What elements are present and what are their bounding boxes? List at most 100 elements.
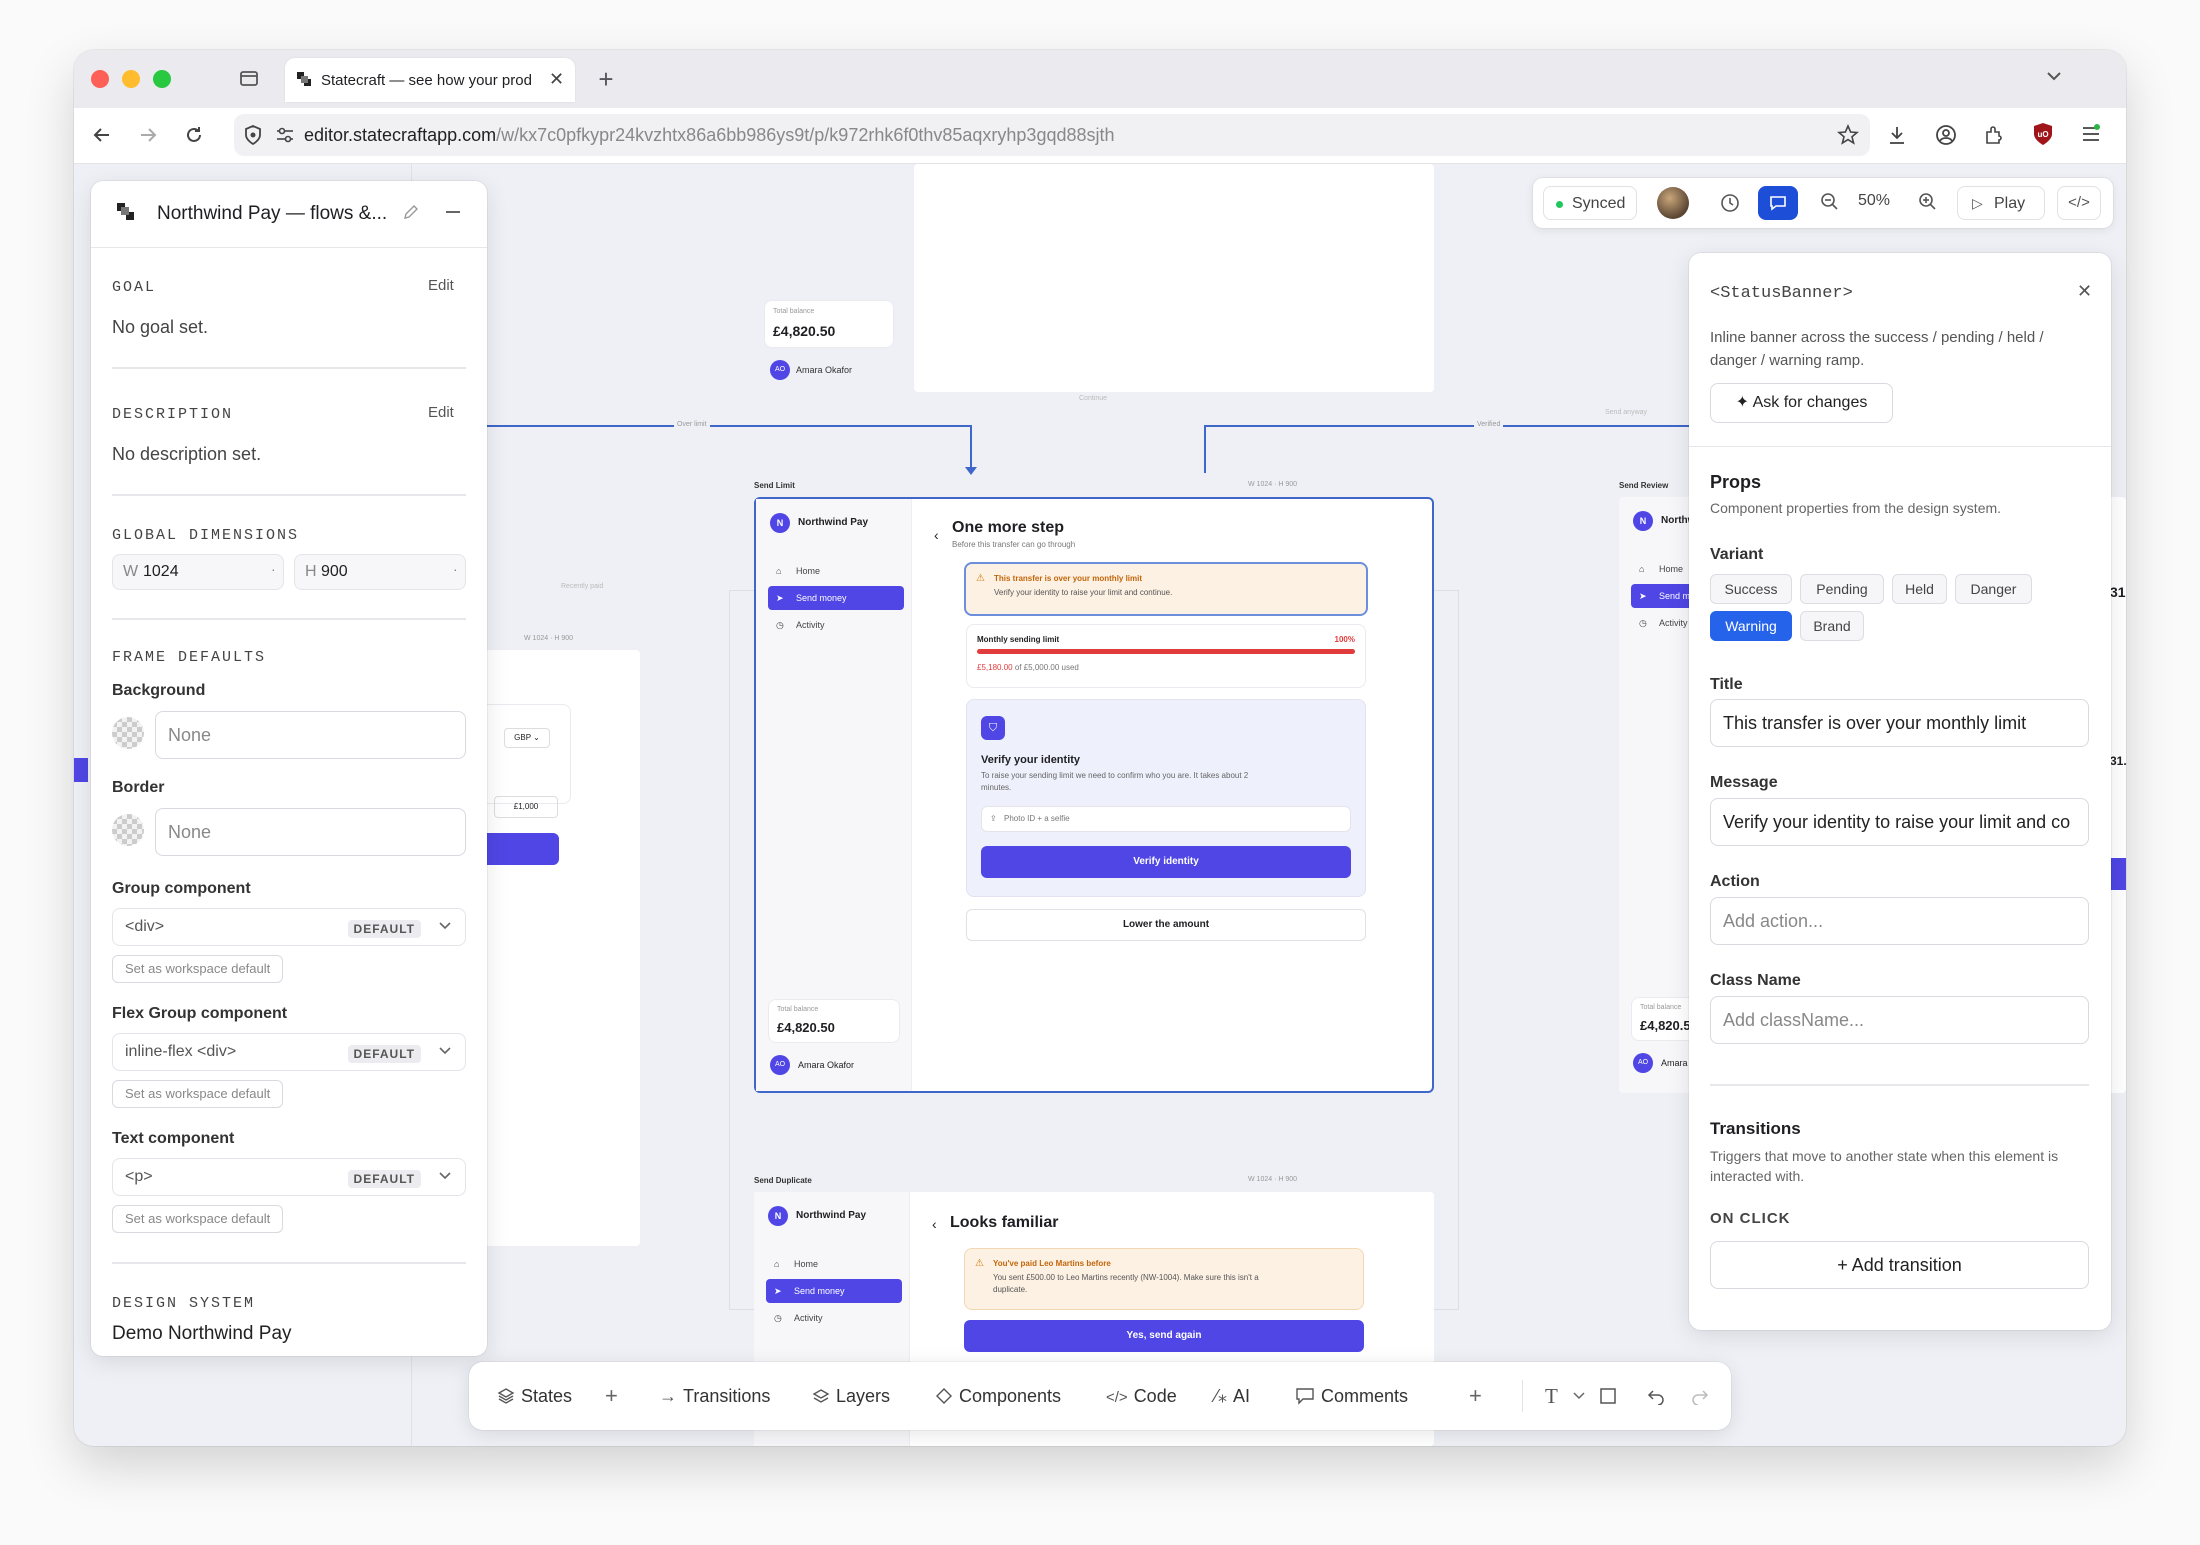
forward-icon[interactable] — [136, 124, 160, 150]
design-system-value[interactable]: Demo Northwind Pay — [112, 1323, 292, 1345]
minimize-panel-icon[interactable] — [446, 211, 460, 213]
rectangle-tool-icon[interactable] — [1599, 1362, 1617, 1430]
right-edge-button[interactable] — [2110, 858, 2126, 890]
zoom-in-icon[interactable] — [1918, 192, 1938, 217]
shield-icon[interactable] — [242, 124, 264, 150]
arrow-head-icon — [965, 467, 977, 475]
play-button[interactable]: ▷ Play — [1957, 186, 2045, 220]
code-tab[interactable]: </> Code — [1106, 1362, 1177, 1430]
download-icon[interactable] — [1885, 124, 1909, 150]
top-frame[interactable] — [914, 164, 1434, 392]
extensions-icon[interactable] — [1982, 124, 2006, 150]
variant-chip-warning[interactable]: Warning — [1710, 611, 1792, 641]
transitions-tab[interactable]: → Transitions — [659, 1362, 770, 1430]
chevron-down-icon[interactable] — [2042, 66, 2066, 90]
banner-message-cont: duplicate. — [993, 1285, 1028, 1294]
maximize-window-button[interactable] — [153, 70, 171, 88]
back-icon[interactable] — [90, 124, 114, 150]
url-bar[interactable]: editor.statecraftapp.com/w/kx7c0pfkypr24… — [234, 114, 1870, 156]
status-banner-warning[interactable]: ⚠ This transfer is over your monthly lim… — [964, 562, 1368, 616]
minimize-window-button[interactable] — [122, 70, 140, 88]
comments-tab[interactable]: Comments — [1295, 1362, 1408, 1430]
divider — [1710, 1084, 2089, 1086]
variant-chip-success[interactable]: Success — [1710, 574, 1792, 604]
group-component-select[interactable]: <div> DEFAULT — [112, 908, 466, 946]
flex-group-component-select[interactable]: inline-flex <div> DEFAULT — [112, 1033, 466, 1071]
nav-label: Send money — [796, 593, 847, 603]
ai-tab[interactable]: ⁄⁎ AI — [1215, 1362, 1250, 1430]
action-input[interactable]: Add action... — [1710, 897, 2089, 945]
amount-chip[interactable]: £1,000 — [494, 796, 558, 818]
top-balance-card: Total balance £4,820.50 — [764, 300, 894, 348]
components-tab[interactable]: Components — [935, 1362, 1061, 1430]
nav-home[interactable]: ⌂ Home — [768, 559, 904, 583]
ask-for-changes-button[interactable]: ✦ Ask for changes — [1710, 383, 1893, 423]
title-input[interactable]: This transfer is over your monthly limit — [1710, 699, 2089, 747]
lower-amount-button[interactable]: Lower the amount — [966, 909, 1366, 941]
nav-send-money[interactable]: ➤ Send money — [768, 586, 904, 610]
classname-input[interactable]: Add className... — [1710, 996, 2089, 1044]
stepper-icon[interactable]: · — [453, 561, 458, 577]
set-workspace-default-button[interactable]: Set as workspace default — [112, 1205, 284, 1233]
add-state-button[interactable]: + — [605, 1362, 618, 1430]
description-edit-button[interactable]: Edit — [428, 404, 454, 421]
bookmark-star-icon[interactable] — [1836, 123, 1860, 150]
close-icon[interactable]: ✕ — [2077, 281, 2092, 302]
history-icon[interactable] — [1719, 192, 1741, 219]
variant-chip-brand[interactable]: Brand — [1800, 611, 1864, 641]
close-tab-icon[interactable]: ✕ — [549, 69, 564, 90]
text-tool-icon[interactable]: T — [1545, 1362, 1558, 1430]
goal-edit-button[interactable]: Edit — [428, 277, 454, 294]
redo-icon[interactable] — [1691, 1362, 1709, 1430]
reload-icon[interactable] — [182, 124, 206, 150]
currency-select[interactable]: GBP ⌄ — [504, 728, 550, 748]
nav-home[interactable]: ⌂ Home — [766, 1252, 902, 1276]
nav-send-money[interactable]: ➤ Send money — [766, 1279, 902, 1303]
transparent-swatch-icon[interactable] — [112, 814, 144, 846]
browser-tab[interactable]: Statecraft — see how your prod ✕ — [285, 58, 575, 102]
close-window-button[interactable] — [91, 70, 109, 88]
ublock-icon[interactable]: uO — [2031, 122, 2055, 150]
nav-activity[interactable]: ◷ Activity — [766, 1306, 902, 1330]
variant-chip-pending[interactable]: Pending — [1800, 574, 1884, 604]
back-chevron-icon[interactable]: ‹ — [934, 527, 939, 543]
upload-field[interactable]: ⇪ Photo ID + a selfie — [981, 806, 1351, 832]
send-limit-frame[interactable]: N Northwind Pay ⌂ Home ➤ Send money ◷ Activ… — [754, 497, 1434, 1093]
nav-activity[interactable]: ◷ Activity — [768, 613, 904, 637]
states-tab[interactable]: States — [497, 1362, 572, 1430]
menu-icon[interactable] — [2079, 123, 2103, 149]
width-field[interactable]: W 1024 · — [112, 554, 284, 590]
account-icon[interactable] — [1934, 124, 1958, 150]
project-title[interactable]: Northwind Pay — flows &... — [157, 203, 387, 225]
text-component-select[interactable]: <p> DEFAULT — [112, 1158, 466, 1196]
back-chevron-icon[interactable]: ‹ — [932, 1216, 937, 1232]
variant-chip-danger[interactable]: Danger — [1955, 574, 2032, 604]
add-transition-button[interactable]: + Add transition — [1710, 1241, 2089, 1289]
message-input[interactable]: Verify your identity to raise your limit… — [1710, 798, 2089, 846]
text-tool-chevron-icon[interactable] — [1572, 1362, 1586, 1430]
tab-overview-icon[interactable] — [237, 67, 261, 93]
site-settings-icon[interactable] — [274, 126, 296, 148]
user-avatar[interactable] — [1657, 187, 1689, 219]
variant-chip-held[interactable]: Held — [1892, 574, 1947, 604]
new-tab-button[interactable]: + — [594, 66, 618, 92]
comments-mode-button[interactable] — [1758, 186, 1798, 220]
zoom-level[interactable]: 50% — [1858, 192, 1890, 210]
height-field[interactable]: H 900 · — [294, 554, 466, 590]
border-input[interactable]: None — [155, 808, 466, 856]
pencil-icon[interactable] — [402, 203, 422, 223]
set-workspace-default-button[interactable]: Set as workspace default — [112, 1080, 284, 1108]
add-button[interactable]: + — [1469, 1362, 1482, 1430]
verify-identity-button[interactable]: Verify identity — [981, 846, 1351, 878]
zoom-out-icon[interactable] — [1820, 192, 1840, 217]
undo-icon[interactable] — [1647, 1362, 1665, 1430]
set-workspace-default-button[interactable]: Set as workspace default — [112, 955, 284, 983]
sync-status[interactable]: Synced — [1543, 186, 1637, 220]
background-input[interactable]: None — [155, 711, 466, 759]
send-again-button[interactable]: Yes, send again — [964, 1320, 1364, 1352]
code-view-icon[interactable]: </> — [2057, 186, 2101, 220]
status-banner-warning-duplicate[interactable]: ⚠ You've paid Leo Martins before You sen… — [964, 1248, 1364, 1310]
transparent-swatch-icon[interactable] — [112, 717, 144, 749]
layers-tab[interactable]: Layers — [812, 1362, 890, 1430]
stepper-icon[interactable]: · — [271, 561, 276, 577]
